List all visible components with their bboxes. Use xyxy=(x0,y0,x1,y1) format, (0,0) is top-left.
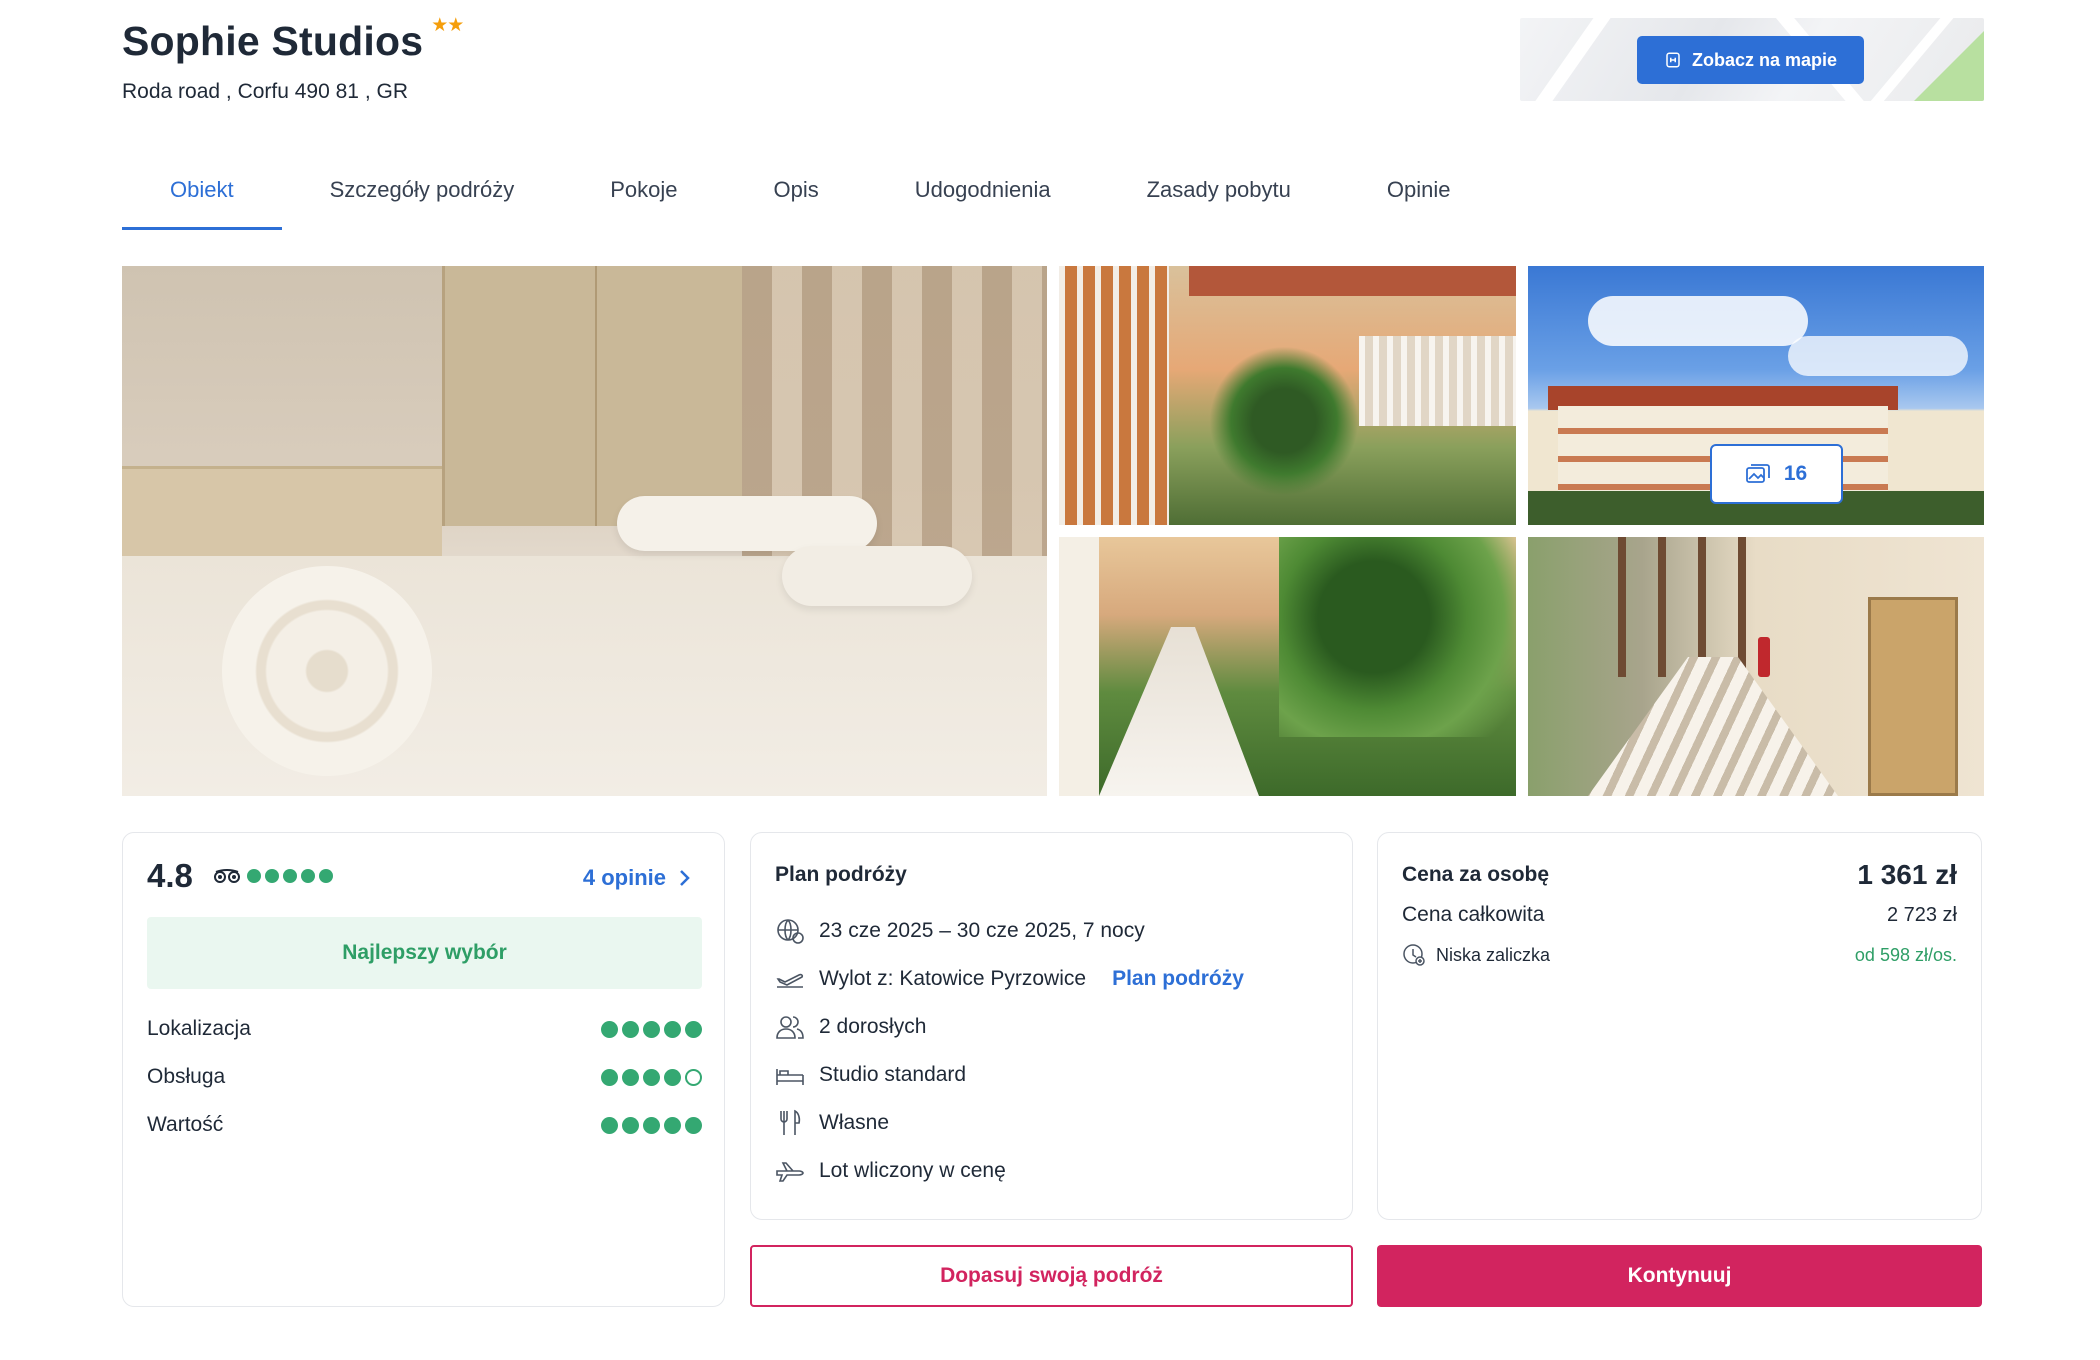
rating-bubbles xyxy=(246,869,333,883)
rating-bubble xyxy=(685,1116,702,1134)
tab-pokoje[interactable]: Pokoje xyxy=(562,150,725,230)
subrating-bubbles xyxy=(601,1020,702,1038)
gallery-photo-5[interactable] xyxy=(1528,537,1984,796)
trip-room: Studio standard xyxy=(775,1061,966,1089)
plane-icon xyxy=(776,1162,804,1182)
deposit-info: Niska zaliczka xyxy=(1402,943,1550,967)
price-per-person-value: 1 361 zł xyxy=(1857,859,1957,890)
rating-bubble xyxy=(685,1020,702,1038)
hotel-header: Sophie Studios ★★ xyxy=(122,15,464,65)
price-total-label: Cena całkowita xyxy=(1402,903,1545,926)
subrating-label: Obsługa xyxy=(147,1065,226,1088)
photo-count-value: 16 xyxy=(1783,462,1808,485)
trip-plan-card: Plan podróży 23 cze 2025 – 30 cze 2025, … xyxy=(750,832,1353,1220)
hotel-address: Roda road , Corfu 490 81 , GR xyxy=(122,80,408,103)
price-per-person-label: Cena za osobę xyxy=(1402,863,1550,886)
rating-bubble xyxy=(264,869,279,883)
trip-guests: 2 dorosłych xyxy=(775,1013,926,1041)
price-total-row: Cena całkowita 2 723 zł xyxy=(1402,903,1957,927)
rating-bubble xyxy=(622,1116,639,1134)
deposit-icon xyxy=(1403,944,1425,966)
hotel-page: Sophie Studios ★★ Roda road , Corfu 490 … xyxy=(0,0,2100,1360)
rating-bubble xyxy=(601,1068,618,1086)
trip-departure: Wylot z: Katowice Pyrzowice Plan podróży xyxy=(775,965,1244,993)
tab-zasady-pobytu[interactable]: Zasady pobytu xyxy=(1099,150,1339,230)
price-per-person-row: Cena za osobę 1 361 zł xyxy=(1402,859,1957,891)
rating-bubble xyxy=(664,1116,681,1134)
subrating-bubbles xyxy=(601,1116,702,1134)
subrating-label: Wartość xyxy=(147,1113,224,1136)
show-all-photos-button[interactable]: 16 xyxy=(1710,444,1843,504)
best-choice-badge: Najlepszy wybór xyxy=(147,917,702,989)
rating-bubble xyxy=(282,869,297,883)
trip-board: Własne xyxy=(775,1109,889,1137)
customize-trip-button[interactable]: Dopasuj swoją podróż xyxy=(750,1245,1353,1307)
trip-dates-text: 23 cze 2025 – 30 cze 2025, 7 nocy xyxy=(819,919,1145,942)
users-icon xyxy=(776,1016,804,1039)
rating-bubble-empty xyxy=(685,1068,702,1086)
tab-opis[interactable]: Opis xyxy=(726,150,867,230)
tab-szczegoly-podrozy[interactable]: Szczegóły podróży xyxy=(282,150,563,230)
gallery-photo-main[interactable] xyxy=(122,266,1047,796)
tripadvisor-icon xyxy=(213,869,240,883)
rating-bubble xyxy=(300,869,315,883)
rating-bubble xyxy=(246,869,261,883)
rating-bubble xyxy=(601,1116,618,1134)
trip-flight-text: Lot wliczony w cenę xyxy=(819,1159,1006,1182)
rating-bubble xyxy=(622,1068,639,1086)
tab-opinie[interactable]: Opinie xyxy=(1339,150,1499,230)
trip-plan-title: Plan podróży xyxy=(775,863,907,886)
trip-departure-text: Wylot z: Katowice Pyrzowice xyxy=(819,967,1087,990)
plane-takeoff-icon xyxy=(776,973,804,988)
price-card: Cena za osobę 1 361 zł Cena całkowita 2 … xyxy=(1377,832,1982,1220)
subrating-label: Lokalizacja xyxy=(147,1017,251,1040)
trip-guests-text: 2 dorosłych xyxy=(819,1015,927,1038)
calendar-globe-icon xyxy=(777,919,804,944)
hotel-name: Sophie Studios xyxy=(122,18,424,64)
subrating-row: Wartość xyxy=(147,1113,702,1137)
continue-button[interactable]: Kontynuuj xyxy=(1377,1245,1982,1307)
map-pin-icon xyxy=(1666,52,1680,68)
trip-plan-link[interactable]: Plan podróży xyxy=(1112,967,1244,991)
star-rating-icon: ★★ xyxy=(431,15,464,36)
gallery-photo-2[interactable] xyxy=(1059,266,1516,525)
trip-flight: Lot wliczony w cenę xyxy=(775,1157,1006,1185)
photo-gallery xyxy=(122,266,1984,796)
rating-bubble xyxy=(318,869,333,883)
bed-icon xyxy=(776,1069,804,1085)
rating-card: 4.8 4 opinie Najlepszy wybór Lokalizacja… xyxy=(122,832,725,1307)
deposit-value: od 598 zł/os. xyxy=(1854,944,1957,965)
cutlery-icon xyxy=(780,1109,801,1135)
rating-bubble xyxy=(601,1020,618,1038)
deposit-label: Niska zaliczka xyxy=(1436,944,1551,965)
rating-score: 4.8 xyxy=(147,857,193,894)
rating-bubble xyxy=(643,1116,660,1134)
photos-icon xyxy=(1745,464,1770,483)
trip-room-text: Studio standard xyxy=(819,1063,967,1086)
chevron-right-icon xyxy=(680,870,690,886)
subrating-row: Lokalizacja xyxy=(147,1017,702,1041)
rating-summary: 4.8 xyxy=(147,857,333,895)
tab-obiekt[interactable]: Obiekt xyxy=(122,150,282,230)
trip-board-text: Własne xyxy=(819,1111,890,1134)
reviews-link-label: 4 opinie xyxy=(582,865,666,890)
subrating-row: Obsługa xyxy=(147,1065,702,1089)
trip-dates: 23 cze 2025 – 30 cze 2025, 7 nocy xyxy=(775,917,1145,945)
rating-bubble xyxy=(664,1068,681,1086)
rating-bubble xyxy=(643,1068,660,1086)
show-on-map-button[interactable]: Zobacz na mapie xyxy=(1637,36,1864,84)
subrating-bubbles xyxy=(601,1068,702,1086)
reviews-link[interactable]: 4 opinie xyxy=(583,865,690,891)
price-total-value: 2 723 zł xyxy=(1886,903,1957,926)
rating-bubble xyxy=(643,1020,660,1038)
rating-bubble xyxy=(664,1020,681,1038)
gallery-photo-4[interactable] xyxy=(1059,537,1516,796)
section-tabs: Obiekt Szczegóły podróży Pokoje Opis Udo… xyxy=(122,150,1498,230)
tab-udogodnienia[interactable]: Udogodnienia xyxy=(867,150,1099,230)
show-on-map-label: Zobacz na mapie xyxy=(1691,49,1838,70)
rating-bubble xyxy=(622,1020,639,1038)
deposit-row: Niska zaliczka od 598 zł/os. xyxy=(1402,943,1957,967)
